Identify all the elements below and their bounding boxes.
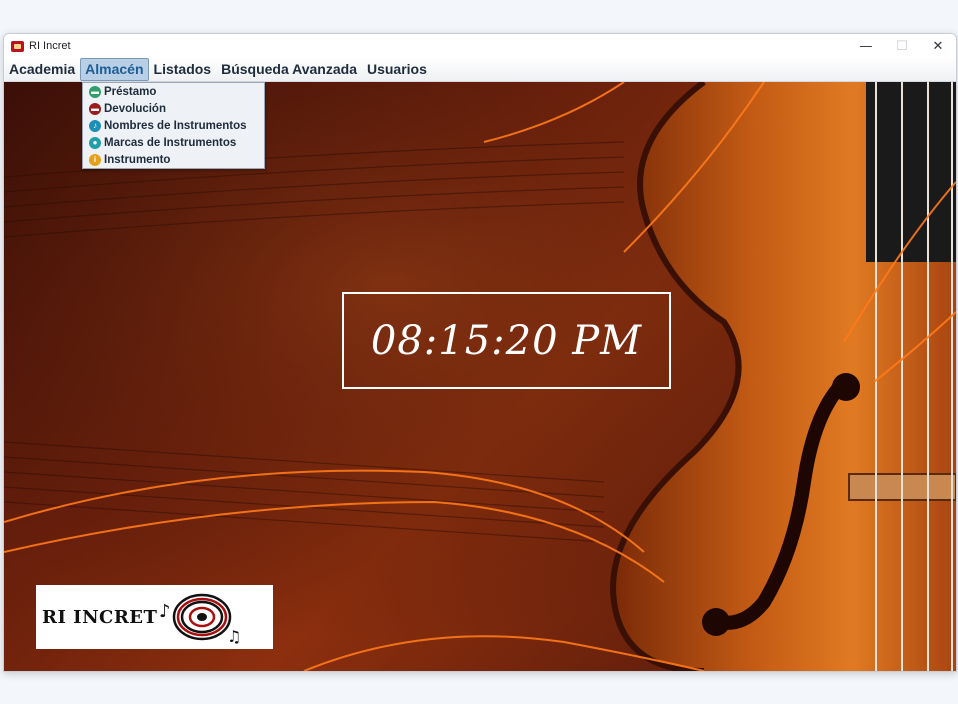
menu-bar: Academia Almacén Listados Búsqueda Avanz… — [4, 58, 956, 82]
menu-item-label: Préstamo — [104, 85, 157, 98]
red-circle-icon: ▬ — [89, 102, 101, 115]
tag-icon: ● — [89, 136, 101, 149]
close-button[interactable]: ✕ — [920, 34, 956, 58]
menu-item-instrumento[interactable]: i Instrumento — [83, 151, 264, 168]
spiral-notes-icon: ♪ ♫ — [159, 593, 242, 646]
menu-item-devolucion[interactable]: ▬ Devolución — [83, 100, 264, 117]
clock-time: 08:15:20 PM — [370, 317, 643, 364]
window-title: RI Incret — [29, 40, 71, 52]
menu-item-prestamo[interactable]: ▬ Préstamo — [83, 83, 264, 100]
clock-frame: 08:15:20 PM — [342, 292, 671, 389]
almacen-dropdown-menu: ▬ Préstamo ▬ Devolución ♪ Nombres de Ins… — [82, 82, 265, 169]
maximize-button[interactable]: ☐ — [884, 34, 920, 58]
minimize-button[interactable]: — — [848, 34, 884, 58]
window-controls: — ☐ ✕ — [848, 34, 956, 58]
menu-item-marcas-instrumentos[interactable]: ● Marcas de Instrumentos — [83, 134, 264, 151]
logo-text: RI INCRET — [42, 606, 158, 628]
menu-usuarios[interactable]: Usuarios — [362, 58, 432, 81]
svg-text:♪: ♪ — [159, 601, 171, 622]
green-circle-icon: ▬ — [89, 85, 101, 98]
menu-item-label: Devolución — [104, 102, 166, 115]
menu-busqueda-avanzada[interactable]: Búsqueda Avanzada — [216, 58, 362, 81]
menu-item-label: Instrumento — [104, 153, 171, 166]
menu-academia[interactable]: Academia — [4, 58, 80, 81]
menu-almacen[interactable]: Almacén — [80, 58, 149, 81]
menu-item-label: Marcas de Instrumentos — [104, 136, 237, 149]
menu-item-nombres-instrumentos[interactable]: ♪ Nombres de Instrumentos — [83, 117, 264, 134]
info-icon: i — [89, 153, 101, 166]
music-note-icon: ♪ — [89, 119, 101, 132]
title-bar[interactable]: RI Incret — ☐ ✕ — [4, 34, 956, 58]
background-panel: 08:15:20 PM RI INCRET ♪ ♫ — [4, 82, 956, 671]
menu-item-label: Nombres de Instrumentos — [104, 119, 247, 132]
ri-incret-logo: RI INCRET ♪ ♫ — [36, 585, 273, 649]
menu-listados[interactable]: Listados — [149, 58, 217, 81]
svg-text:♫: ♫ — [227, 627, 241, 646]
app-icon — [11, 40, 24, 52]
